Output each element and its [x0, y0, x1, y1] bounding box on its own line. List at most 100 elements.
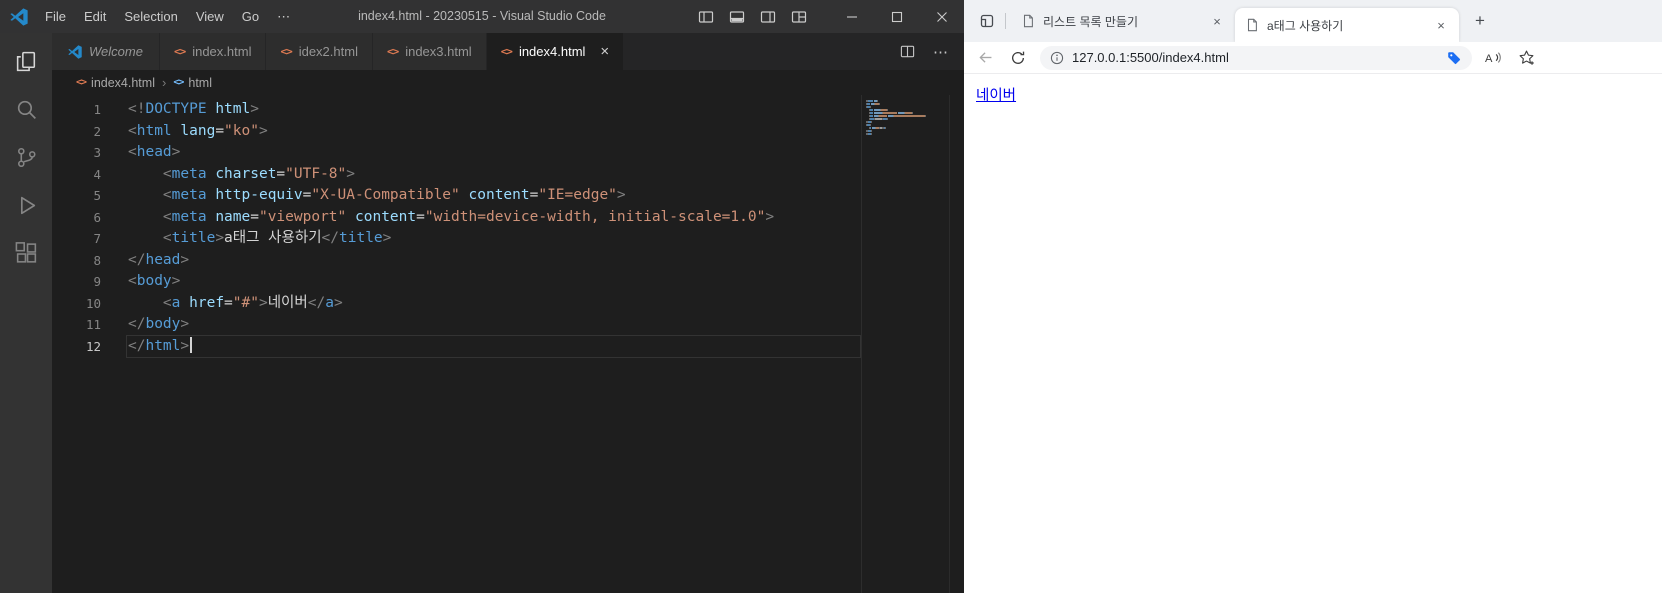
breadcrumb-symbol[interactable]: html: [188, 76, 212, 90]
code-text: <body>: [128, 273, 181, 289]
customize-layout-icon[interactable]: [791, 9, 807, 25]
code-text: <title>a태그 사용하기</title>: [162, 230, 392, 246]
breadcrumb-file[interactable]: index4.html: [91, 76, 155, 90]
line-number: 6: [93, 209, 101, 225]
editor-scrollbar[interactable]: [949, 95, 964, 593]
vscode-window: File Edit Selection View Go ⋯ index4.htm…: [0, 0, 964, 593]
svg-text:A: A: [1485, 53, 1493, 65]
page-favicon-icon: [1021, 14, 1035, 28]
toggle-sidebar-icon[interactable]: [698, 9, 714, 25]
code-line[interactable]: 11 </body>: [52, 314, 858, 336]
vscode-logo-icon: [10, 7, 28, 26]
menu-selection[interactable]: Selection: [115, 0, 186, 33]
code-line[interactable]: 5 <meta http-equiv="X-UA-Compatible" con…: [52, 185, 858, 207]
code-line[interactable]: 9 <body>: [52, 271, 858, 293]
read-aloud-icon[interactable]: A: [1484, 50, 1502, 66]
toggle-secondary-sidebar-icon[interactable]: [760, 9, 776, 25]
address-bar[interactable]: 127.0.0.1:5500/index4.html: [1040, 45, 1472, 70]
tab-separator: [1005, 13, 1006, 29]
site-info-icon[interactable]: [1050, 51, 1064, 65]
tab-actions-icon[interactable]: [974, 8, 1000, 34]
code-line[interactable]: 6 <meta name="viewport" content="width=d…: [52, 207, 858, 229]
layout-controls: [698, 9, 807, 25]
tab-label: index3.html: [405, 44, 472, 59]
code-line[interactable]: 2 <html lang="ko">: [52, 121, 858, 143]
code-lines: 1 <!DOCTYPE html> 2 <html lang="ko"> 3 <head>…: [52, 99, 858, 357]
browser-tab-list[interactable]: 리스트 목록 만들기 ×: [1011, 0, 1235, 42]
naver-link[interactable]: 네이버: [976, 84, 1016, 105]
vscode-logo-icon: [68, 44, 82, 59]
code-line[interactable]: 4 <meta charset="UTF-8">: [52, 164, 858, 186]
browser-tab-bar: 리스트 목록 만들기 × a태그 사용하기 × +: [964, 0, 1662, 42]
menu-go[interactable]: Go: [233, 0, 268, 33]
line-number: 9: [93, 274, 101, 289]
code-text: </html>: [101, 336, 192, 358]
url-text: 127.0.0.1:5500/index4.html: [1072, 50, 1229, 65]
editor-tab-welcome[interactable]: Welcome: [52, 33, 160, 70]
menu-view[interactable]: View: [187, 0, 233, 33]
line-number: 5: [93, 188, 101, 203]
browser-tab-atag[interactable]: a태그 사용하기 ×: [1235, 8, 1459, 42]
minimize-icon[interactable]: [829, 0, 874, 33]
html-file-icon: <>: [76, 77, 87, 88]
text-cursor: [190, 336, 192, 353]
menu-edit[interactable]: Edit: [75, 0, 115, 33]
extensions-icon[interactable]: [0, 229, 52, 277]
line-number: 1: [93, 102, 101, 117]
editor-tab-index-html[interactable]: <> index.html: [159, 33, 267, 70]
add-favorite-icon[interactable]: [1518, 49, 1535, 66]
code-text: <head>: [128, 144, 181, 160]
code-text: <a href="#">네이버</a>: [162, 294, 343, 311]
titlebar-right: [698, 0, 964, 33]
close-tab-icon[interactable]: ×: [1433, 17, 1449, 33]
search-icon[interactable]: [0, 85, 52, 133]
code-line[interactable]: 10 <a href="#">네이버</a>: [52, 293, 858, 315]
code-line[interactable]: 1 <!DOCTYPE html>: [52, 99, 858, 121]
close-tab-icon[interactable]: ×: [1209, 13, 1225, 29]
menu-more[interactable]: ⋯: [268, 0, 299, 33]
code-editor[interactable]: 1 <!DOCTYPE html> 2 <html lang="ko"> 3 <head>…: [52, 95, 964, 593]
browser-toolbar: 127.0.0.1:5500/index4.html A: [964, 42, 1662, 74]
activity-bar: [0, 33, 52, 593]
more-actions-icon[interactable]: ⋯: [933, 43, 948, 61]
line-number: 12: [85, 338, 101, 354]
new-tab-icon[interactable]: +: [1467, 8, 1493, 34]
code-text: </body>: [128, 316, 190, 332]
line-number: 3: [93, 145, 101, 160]
code-line[interactable]: 12 </html>: [52, 336, 858, 358]
close-window-icon[interactable]: [919, 0, 964, 33]
code-line[interactable]: 8 </head>: [52, 250, 858, 272]
close-tab-icon[interactable]: ×: [600, 44, 609, 59]
line-number: 4: [93, 166, 101, 182]
browser-window: 리스트 목록 만들기 × a태그 사용하기 × + 127.0.0.1:5500…: [964, 0, 1662, 593]
code-line[interactable]: 7 <title>a태그 사용하기</title>: [52, 228, 858, 250]
editor-tab-index4-html[interactable]: <> index4.html ×: [486, 33, 625, 70]
symbol-icon: <>: [173, 77, 184, 88]
tab-label: index.html: [192, 44, 252, 59]
browser-viewport: 네이버: [964, 75, 1662, 593]
line-number: 8: [93, 252, 101, 268]
editor-tab-index3-html[interactable]: <> index3.html: [372, 33, 487, 70]
minimap[interactable]: [861, 95, 949, 593]
back-icon[interactable]: [977, 49, 994, 66]
line-number: 11: [85, 317, 101, 332]
editor-tab-idex2-html[interactable]: <> idex2.html: [266, 33, 373, 70]
split-editor-icon[interactable]: [900, 44, 915, 59]
explorer-icon[interactable]: [0, 37, 52, 85]
refresh-icon[interactable]: [1010, 50, 1026, 66]
shopping-tag-icon[interactable]: [1446, 50, 1462, 66]
tab-label: Welcome: [89, 44, 143, 59]
menu-file[interactable]: File: [36, 0, 75, 33]
code-text: <!DOCTYPE html>: [128, 101, 259, 117]
vscode-titlebar: File Edit Selection View Go ⋯ index4.htm…: [0, 0, 964, 33]
code-line[interactable]: 3 <head>: [52, 142, 858, 164]
run-debug-icon[interactable]: [0, 181, 52, 229]
maximize-icon[interactable]: [874, 0, 919, 33]
breadcrumb: <> index4.html › <> html: [52, 70, 964, 95]
source-control-icon[interactable]: [0, 133, 52, 181]
toggle-panel-icon[interactable]: [729, 9, 745, 25]
html-file-icon: <>: [173, 45, 186, 58]
code-text: </head>: [128, 251, 190, 268]
window-title: index4.html - 20230515 - Visual Studio C…: [358, 9, 606, 23]
chevron-right-icon: ›: [161, 75, 167, 90]
